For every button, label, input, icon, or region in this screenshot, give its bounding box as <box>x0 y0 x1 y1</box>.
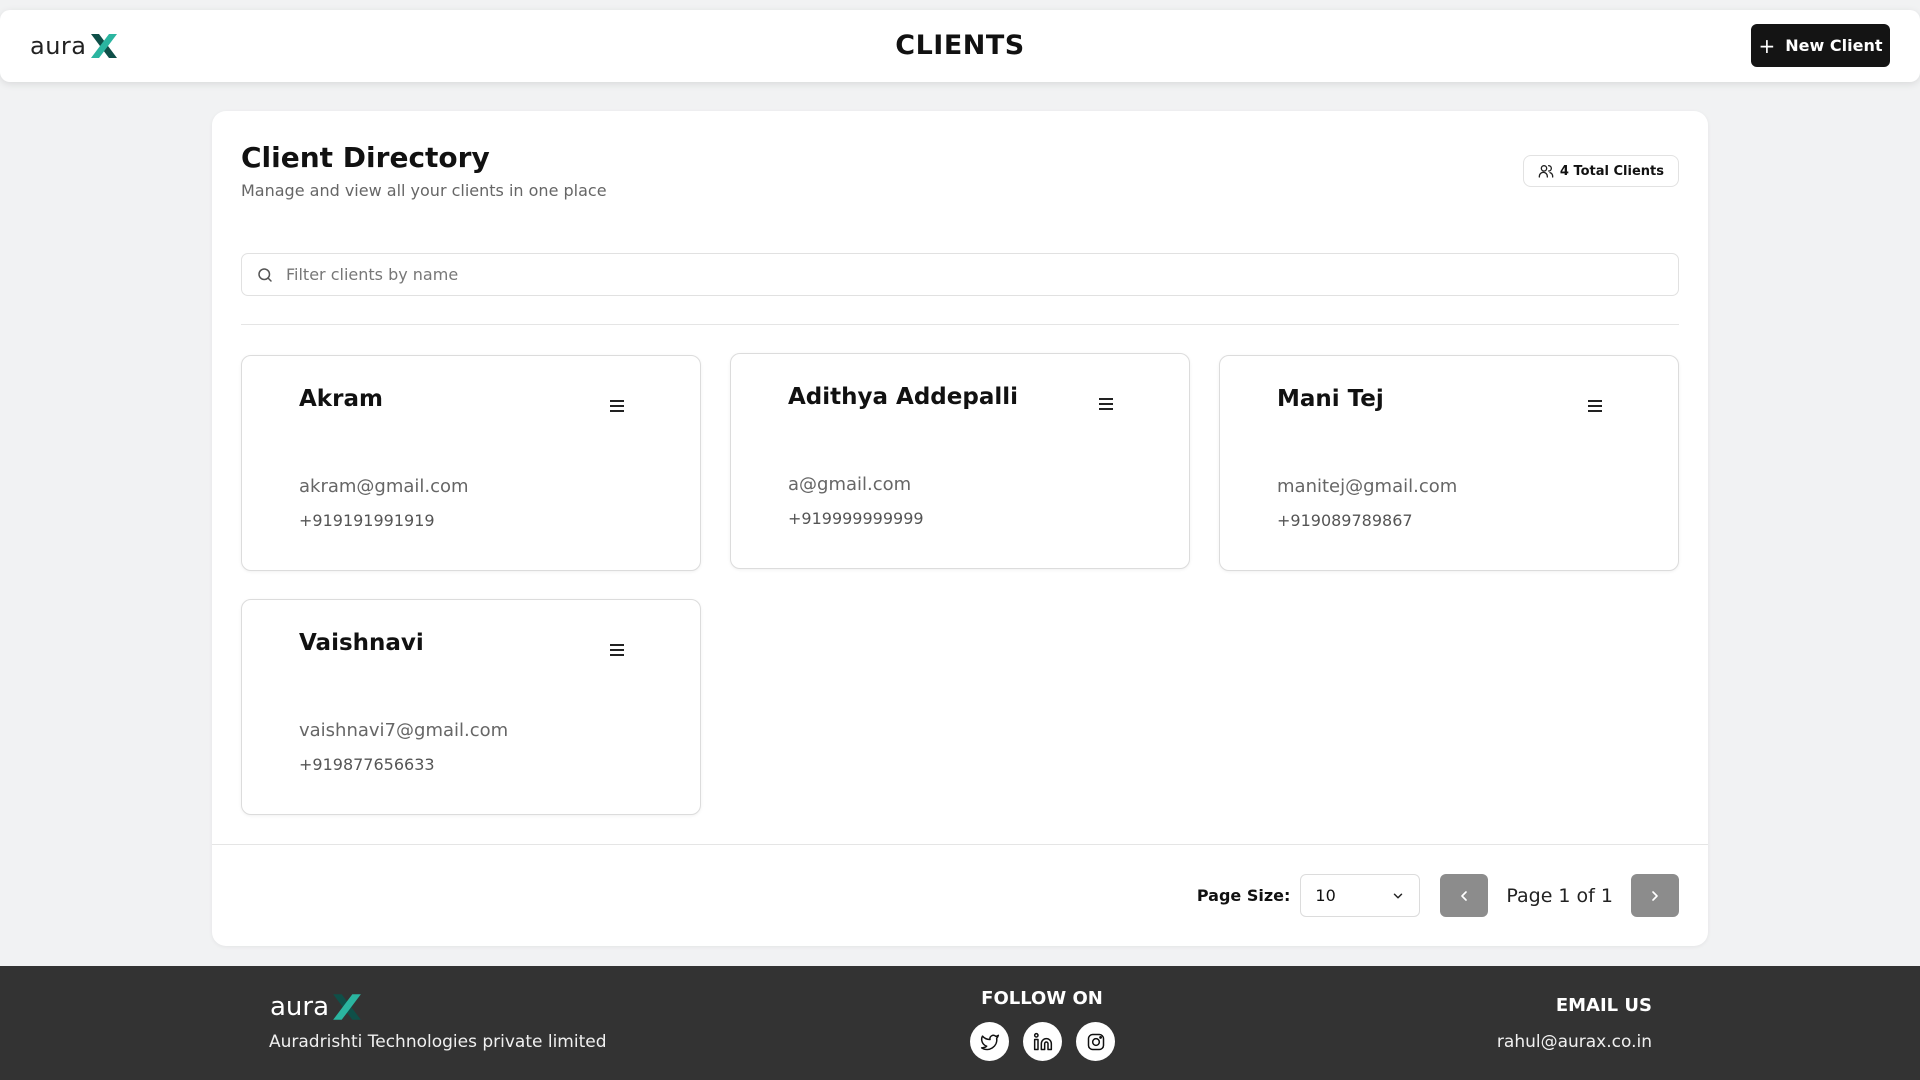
page-size-value: 10 <box>1315 886 1336 905</box>
previous-page-button[interactable] <box>1440 874 1489 917</box>
client-phone: +919999999999 <box>788 509 924 528</box>
users-icon <box>1538 165 1554 178</box>
client-name: Vaishnavi <box>299 630 424 656</box>
client-email: akram@gmail.com <box>299 476 469 497</box>
pagination: Page Size: 10 Page 1 of 1 <box>1197 874 1679 917</box>
client-directory-panel: Client Directory Manage and view all you… <box>212 111 1708 946</box>
chevron-left-icon <box>1461 890 1468 901</box>
client-card[interactable]: Mani Tej manitej@gmail.com +919089789867 <box>1219 355 1679 571</box>
instagram-icon <box>1087 1033 1104 1050</box>
divider <box>241 324 1679 325</box>
twitter-icon <box>980 1034 999 1050</box>
client-email: a@gmail.com <box>788 474 912 495</box>
chevron-right-icon <box>1652 890 1658 901</box>
menu-icon[interactable] <box>1585 396 1605 416</box>
page-size-select[interactable]: 10 <box>1300 874 1421 917</box>
plus-icon: + <box>1758 33 1776 58</box>
client-name: Adithya Addepalli <box>788 384 1018 410</box>
page-indicator: Page 1 of 1 <box>1506 884 1613 907</box>
pagination-divider <box>212 844 1708 845</box>
linkedin-icon <box>1033 1032 1052 1050</box>
new-client-label: New Client <box>1785 36 1883 55</box>
page-size-label: Page Size: <box>1196 886 1291 905</box>
client-card[interactable]: Akram akram@gmail.com +919191991919 <box>241 355 701 571</box>
client-name: Akram <box>299 386 383 412</box>
email-us-title: EMAIL US <box>1555 995 1652 1016</box>
client-card[interactable]: Vaishnavi vaishnavi7@gmail.com +91987765… <box>241 599 701 815</box>
client-phone: +919877656633 <box>299 755 435 774</box>
search-icon <box>256 266 274 284</box>
chevron-down-icon <box>1394 893 1403 898</box>
next-page-button[interactable] <box>1631 874 1679 917</box>
total-clients-badge: 4 Total Clients <box>1522 155 1679 187</box>
menu-icon[interactable] <box>607 396 627 416</box>
instagram-link[interactable] <box>1076 1022 1115 1061</box>
menu-icon[interactable] <box>1096 394 1116 414</box>
menu-icon[interactable] <box>607 640 627 660</box>
directory-subtitle: Manage and view all your clients in one … <box>241 181 607 200</box>
client-phone: +919089789867 <box>1277 511 1413 530</box>
page-title: CLIENTS <box>895 30 1025 61</box>
top-header: aura CLIENTS + New Client <box>0 10 1920 82</box>
client-card[interactable]: Adithya Addepalli a@gmail.com +919999999… <box>730 353 1190 569</box>
site-footer: aura Auradrishti Technologies private li… <box>0 966 1920 1080</box>
client-email: manitej@gmail.com <box>1277 476 1458 497</box>
total-clients-text: 4 Total Clients <box>1559 163 1664 179</box>
contact-email[interactable]: rahul@aurax.co.in <box>1497 1032 1652 1052</box>
client-email: vaishnavi7@gmail.com <box>299 720 509 741</box>
search-field[interactable] <box>241 253 1679 296</box>
client-phone: +919191991919 <box>299 511 435 530</box>
directory-title: Client Directory <box>241 141 490 174</box>
new-client-button[interactable]: + New Client <box>1751 24 1890 67</box>
linkedin-link[interactable] <box>1023 1022 1062 1061</box>
search-input[interactable] <box>286 265 1678 284</box>
twitter-link[interactable] <box>970 1022 1009 1061</box>
client-name: Mani Tej <box>1277 386 1384 412</box>
social-links <box>970 1022 1115 1061</box>
company-name: Auradrishti Technologies private limited <box>269 1032 607 1052</box>
